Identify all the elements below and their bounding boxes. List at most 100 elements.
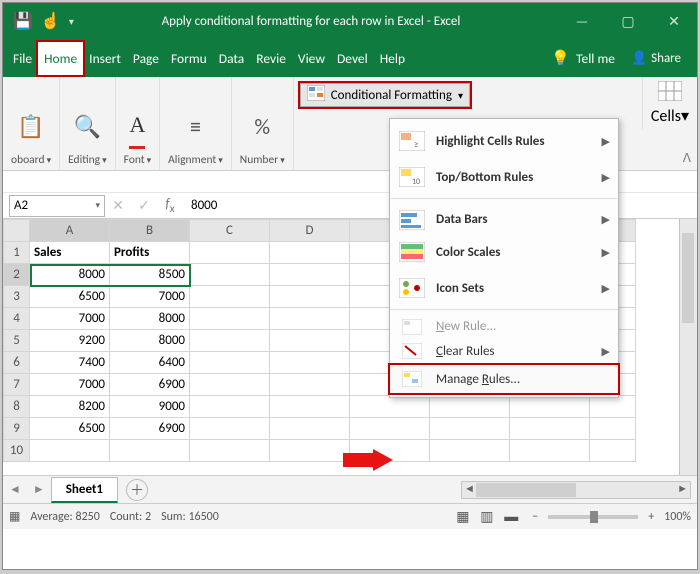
zoom-slider[interactable]	[548, 515, 638, 519]
row-header[interactable]: 4	[4, 308, 30, 330]
cell[interactable]	[510, 440, 590, 462]
tab-developer[interactable]: Devel	[331, 42, 374, 75]
cell[interactable]	[270, 440, 350, 462]
share-button[interactable]: 👤 Share	[625, 51, 687, 66]
cell[interactable]	[110, 440, 190, 462]
tell-me[interactable]: Tell me	[574, 42, 621, 75]
name-box[interactable]: A2 ▾	[9, 195, 105, 217]
sheet-nav-next-icon[interactable]: ►	[27, 482, 51, 497]
cell[interactable]	[190, 396, 270, 418]
cell[interactable]: 7000	[30, 374, 110, 396]
cell[interactable]	[270, 396, 350, 418]
cell[interactable]: 7000	[30, 308, 110, 330]
cell[interactable]: 7400	[30, 352, 110, 374]
cell[interactable]	[190, 264, 270, 286]
enter-formula-icon[interactable]: ✓	[131, 197, 157, 214]
menu-color-scales[interactable]: Color Scales ▶	[390, 234, 618, 270]
cell[interactable]	[30, 440, 110, 462]
menu-clear-rules[interactable]: Clear Rules ▶	[390, 337, 618, 365]
cell[interactable]	[190, 330, 270, 352]
cell[interactable]	[590, 396, 636, 418]
page-break-view-icon[interactable]: ▬	[500, 508, 522, 525]
col-header-c[interactable]: C	[190, 220, 270, 242]
row-header[interactable]: 7	[4, 374, 30, 396]
cell[interactable]	[270, 242, 350, 264]
cell[interactable]: 6500	[30, 418, 110, 440]
cell[interactable]: 9200	[30, 330, 110, 352]
zoom-out-button[interactable]: −	[532, 510, 538, 524]
cell[interactable]	[270, 264, 350, 286]
cell[interactable]: Profits	[110, 242, 190, 264]
cell[interactable]	[190, 308, 270, 330]
cancel-formula-icon[interactable]: ✕	[105, 197, 131, 214]
cell[interactable]: 9000	[110, 396, 190, 418]
row-header[interactable]: 10	[4, 440, 30, 462]
group-cells[interactable]: Cells▾	[642, 77, 697, 129]
cell[interactable]	[350, 396, 430, 418]
cell[interactable]: 7000	[110, 286, 190, 308]
row-header[interactable]: 3	[4, 286, 30, 308]
group-alignment[interactable]: ≡ Alignment▾	[160, 77, 232, 170]
col-header-d[interactable]: D	[270, 220, 350, 242]
cell[interactable]	[270, 374, 350, 396]
cell[interactable]	[430, 418, 510, 440]
tab-home[interactable]: Home	[38, 42, 83, 75]
cell[interactable]	[190, 352, 270, 374]
tab-review[interactable]: Revie	[250, 42, 292, 75]
cell[interactable]	[430, 396, 510, 418]
col-header-b[interactable]: B	[110, 220, 190, 242]
menu-icon-sets[interactable]: Icon Sets ▶	[390, 270, 618, 306]
cell[interactable]	[270, 286, 350, 308]
tab-page-layout[interactable]: Page	[127, 42, 165, 75]
tab-help[interactable]: Help	[374, 42, 411, 75]
row-header[interactable]: 9	[4, 418, 30, 440]
formula-bar-value[interactable]: 8000	[183, 198, 225, 213]
cell[interactable]	[190, 374, 270, 396]
group-number[interactable]: % Number▾	[232, 77, 294, 170]
cell[interactable]	[590, 418, 636, 440]
menu-top-bottom-rules[interactable]: 10 Top/Bottom Rules ▶	[390, 159, 618, 195]
group-font[interactable]: A Font▾	[116, 77, 161, 170]
cell[interactable]: 8000	[110, 330, 190, 352]
close-button[interactable]: ✕	[651, 5, 697, 37]
scroll-right-icon[interactable]: ►	[677, 482, 688, 495]
sheet-nav-prev-icon[interactable]: ◄	[3, 482, 27, 497]
fx-icon[interactable]: fx	[157, 195, 183, 216]
cell[interactable]: 6900	[110, 418, 190, 440]
cell[interactable]	[430, 440, 510, 462]
cell[interactable]	[590, 440, 636, 462]
scroll-left-icon[interactable]: ◄	[464, 482, 475, 495]
row-header[interactable]: 1	[4, 242, 30, 264]
add-sheet-button[interactable]: ＋	[126, 479, 148, 501]
cell[interactable]: 6400	[110, 352, 190, 374]
menu-manage-rules[interactable]: Manage Rules...	[390, 365, 618, 393]
row-header[interactable]: 8	[4, 396, 30, 418]
zoom-in-button[interactable]: +	[648, 510, 654, 524]
restore-button[interactable]: ▢	[605, 5, 651, 37]
cell[interactable]: 8000	[30, 264, 110, 286]
menu-new-rule[interactable]: New Rule...	[390, 309, 618, 337]
zoom-level[interactable]: 100%	[664, 510, 691, 524]
cell[interactable]: 8500	[110, 264, 190, 286]
cell[interactable]	[190, 242, 270, 264]
minimize-button[interactable]: —	[559, 5, 605, 37]
cell[interactable]: 6900	[110, 374, 190, 396]
col-header-a[interactable]: A	[30, 220, 110, 242]
save-icon[interactable]: 💾	[13, 11, 33, 31]
cell[interactable]	[510, 396, 590, 418]
collapse-ribbon-icon[interactable]: ᐱ	[683, 151, 691, 166]
row-header[interactable]: 6	[4, 352, 30, 374]
view-switcher[interactable]: ▦ ▥ ▬	[452, 508, 522, 525]
normal-view-icon[interactable]: ▦	[452, 508, 473, 525]
cell[interactable]	[270, 418, 350, 440]
cell[interactable]: 8000	[110, 308, 190, 330]
group-editing[interactable]: 🔍 Editing▾	[60, 77, 116, 170]
menu-highlight-cells-rules[interactable]: ≥ Highlight Cells Rules ▶	[390, 123, 618, 159]
cell[interactable]: Sales	[30, 242, 110, 264]
tab-data[interactable]: Data	[213, 42, 250, 75]
conditional-formatting-button[interactable]: Conditional Formatting ▾	[300, 83, 470, 107]
cell[interactable]	[270, 330, 350, 352]
cell[interactable]	[270, 352, 350, 374]
menu-data-bars[interactable]: Data Bars ▶	[390, 198, 618, 234]
tab-file[interactable]: File	[7, 42, 38, 75]
